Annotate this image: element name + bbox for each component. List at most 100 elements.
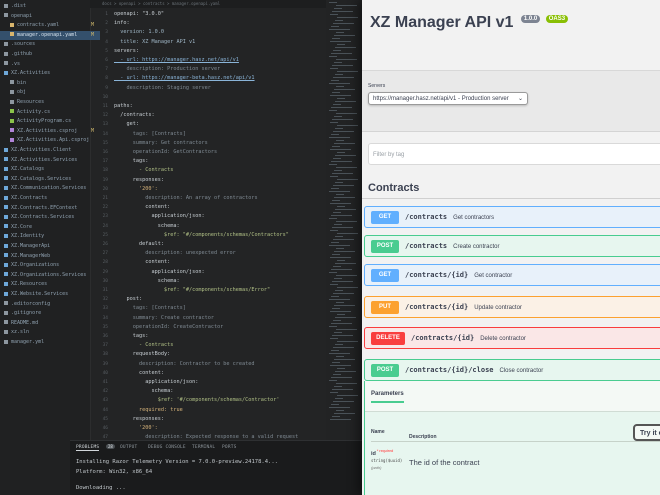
explorer-item[interactable]: xz.sln <box>0 328 94 337</box>
code-line[interactable]: servers: <box>114 47 139 55</box>
explorer-item[interactable]: .github <box>0 50 94 59</box>
explorer-item[interactable]: XZ.Activities <box>0 69 94 78</box>
explorer-item[interactable]: XZ.Core <box>0 223 94 232</box>
code-line[interactable]: schema: <box>114 222 180 230</box>
explorer-item[interactable]: obj <box>0 88 100 97</box>
operation-post-contract-close[interactable]: POST /contracts/{id}/close Close contract… <box>364 359 660 381</box>
code-line[interactable]: $ref: "#/components/schemas/Contractors" <box>114 231 289 239</box>
explorer-item[interactable]: .vs <box>0 60 94 69</box>
code-line[interactable]: description: An array of contractors <box>114 194 257 202</box>
breadcrumb[interactable]: docs > openapi > contracts > manager.ope… <box>102 1 220 6</box>
explorer-item[interactable]: XZ.Resources <box>0 280 94 289</box>
explorer-item[interactable]: XZ.Contracts.EFContext <box>0 204 94 213</box>
code-line[interactable]: content: <box>114 258 170 266</box>
code-line[interactable]: description: Production server <box>114 65 220 73</box>
code-line[interactable]: schema: <box>114 387 173 395</box>
code-line[interactable]: tags: <box>114 157 149 165</box>
explorer-item[interactable]: XZ.Activities.Services <box>0 156 94 165</box>
explorer-item[interactable]: .gitignore <box>0 309 94 318</box>
code-line[interactable]: description: Staging server <box>114 84 210 92</box>
code-line[interactable]: - Contracts <box>114 166 173 174</box>
code-line[interactable]: tags: <box>114 332 149 340</box>
file-explorer[interactable]: .dist openapi contracts.yaml Mmanager.opena… <box>0 0 100 495</box>
explorer-item[interactable]: manager.openapi.yaml M <box>0 30 100 40</box>
tab-ports[interactable]: PORTS <box>222 445 237 450</box>
code-line[interactable]: $ref: '#/components/schemas/Contractor' <box>114 396 280 404</box>
operation-post-contracts[interactable]: POST /contracts Create contractor <box>364 235 660 257</box>
code-line[interactable]: - url: https://manager-beta.hasz.net/api… <box>114 74 254 82</box>
explorer-item[interactable]: XZ.Organizations.Services <box>0 271 94 280</box>
explorer-item[interactable]: manager.yml <box>0 338 94 347</box>
code-line[interactable]: '200': <box>114 185 158 193</box>
code-line[interactable]: application/json: <box>114 378 198 386</box>
code-line[interactable]: tags: [Contracts] <box>114 304 186 312</box>
explorer-item[interactable]: Activity.cs <box>0 108 100 117</box>
explorer-item[interactable]: .editorconfig <box>0 300 94 309</box>
code-line[interactable]: application/json: <box>114 212 204 220</box>
code-line[interactable]: required: true <box>114 406 183 414</box>
code-line[interactable]: operationId: CreateContractor <box>114 323 224 331</box>
explorer-item[interactable]: XZ.Communication.Services <box>0 184 94 193</box>
code-line[interactable]: - url: https://manager.hasz.net/api/v1 <box>114 56 239 64</box>
code-line[interactable]: title: XZ Manager API v1 <box>114 38 195 46</box>
code-line[interactable]: info: <box>114 19 130 27</box>
operation-get-contracts[interactable]: GET /contracts Get contractors <box>364 206 660 228</box>
explorer-item[interactable]: openapi <box>0 12 94 21</box>
tab-terminal[interactable]: TERMINAL <box>192 445 215 450</box>
section-title-contracts[interactable]: Contracts <box>368 182 419 194</box>
code-line[interactable]: $ref: "#/components/schemas/Error" <box>114 286 270 294</box>
explorer-item[interactable]: XZ.Activities.Client <box>0 146 94 155</box>
code-line[interactable]: description: Expected response to a vali… <box>114 433 298 440</box>
code-line[interactable]: application/json: <box>114 268 204 276</box>
code-line[interactable]: description: Contractor to be created <box>114 360 255 368</box>
code-pane[interactable]: docs > openapi > contracts > manager.ope… <box>90 0 326 440</box>
code-line[interactable]: tags: [Contracts] <box>114 130 186 138</box>
code-line[interactable]: summary: Create contractor <box>114 314 214 322</box>
explorer-item[interactable]: .sources <box>0 40 94 49</box>
filter-by-tag-input[interactable]: Filter by tag <box>368 143 660 165</box>
explorer-item[interactable]: XZ.ManagerApi <box>0 242 94 251</box>
try-it-out-button[interactable]: Try it out <box>633 424 660 441</box>
explorer-item[interactable]: XZ.Contracts.Services <box>0 213 94 222</box>
code-line[interactable]: paths: <box>114 102 133 110</box>
tab-parameters[interactable]: Parameters <box>371 391 404 403</box>
code-line[interactable]: version: 1.0.0 <box>114 28 164 36</box>
explorer-item[interactable]: XZ.Contracts <box>0 194 94 203</box>
code-line[interactable]: get: <box>114 120 139 128</box>
code-line[interactable]: '200': <box>114 424 158 432</box>
code-line[interactable]: /contracts: <box>114 111 154 119</box>
operation-get-contract-by-id[interactable]: GET /contracts/{id} Get contractor <box>364 264 660 286</box>
explorer-item[interactable]: .dist <box>0 2 94 11</box>
explorer-item[interactable]: XZ.ManagerWeb <box>0 252 94 261</box>
tab-problems[interactable]: PROBLEMS <box>76 445 100 451</box>
code-line[interactable]: default: <box>114 240 164 248</box>
code-line[interactable]: schema: <box>114 277 180 285</box>
explorer-item[interactable]: ActivityProgram.cs <box>0 117 100 126</box>
explorer-item[interactable]: XZ.Activities.csproj M <box>0 127 100 136</box>
explorer-item[interactable]: XZ.Website.Services <box>0 290 94 299</box>
code-line[interactable]: summary: Get contractors <box>114 139 208 147</box>
code-line[interactable]: operationId: GetContractors <box>114 148 217 156</box>
explorer-item[interactable]: XZ.Catalogs.Services <box>0 175 94 184</box>
explorer-item[interactable]: XZ.Catalogs <box>0 165 94 174</box>
code-line[interactable]: - Contracts <box>114 341 173 349</box>
operation-put-contract[interactable]: PUT /contracts/{id} Update contractor <box>364 296 660 318</box>
explorer-item[interactable]: contracts.yaml M <box>0 21 100 30</box>
explorer-item[interactable]: README.md <box>0 319 94 328</box>
code-line[interactable]: content: <box>114 203 170 211</box>
code-line[interactable]: content: <box>114 369 164 377</box>
code-line[interactable]: description: unexpected error <box>114 249 236 257</box>
explorer-item[interactable]: XZ.Identity <box>0 232 94 241</box>
explorer-item[interactable]: bin <box>0 79 100 88</box>
operation-delete-contract[interactable]: DELETE /contracts/{id} Delete contractor <box>364 327 660 349</box>
code-line[interactable]: responses: <box>114 176 164 184</box>
explorer-item[interactable]: XZ.Activities.Api.csproj <box>0 136 100 145</box>
explorer-item[interactable]: Resources <box>0 98 100 107</box>
tab-debug-console[interactable]: DEBUG CONSOLE <box>148 445 186 450</box>
explorer-item[interactable]: XZ.Organizations <box>0 261 94 270</box>
code-line[interactable]: requestBody: <box>114 350 170 358</box>
tab-output[interactable]: OUTPUT <box>120 445 137 450</box>
code-line[interactable]: post: <box>114 295 142 303</box>
servers-select[interactable]: https://manager.hasz.net/api/v1 - Produc… <box>368 92 528 105</box>
code-line[interactable]: responses: <box>114 415 164 423</box>
